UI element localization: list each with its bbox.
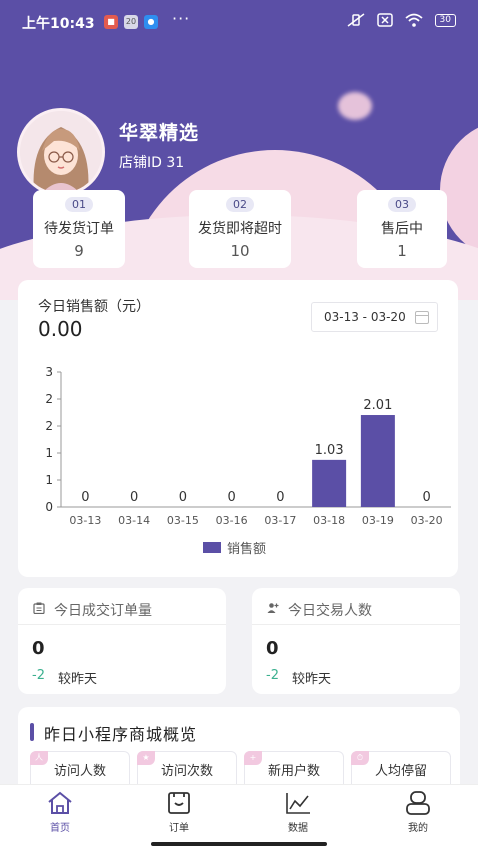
y-tick-label: 1: [45, 473, 53, 487]
avg-stay-icon: ⏱: [351, 751, 369, 765]
tab-label: 数据: [288, 823, 308, 834]
pending-shipment-card[interactable]: 01 待发货订单 9: [33, 190, 125, 268]
user-icon: [406, 791, 430, 815]
mini-stat-value: 0: [32, 638, 45, 659]
section-accent-bar: [30, 723, 34, 741]
users-icon: [267, 603, 279, 613]
bar-data-label: 0: [81, 490, 89, 505]
x-tick-label: 03-18: [313, 514, 345, 527]
x-tick-label: 03-17: [264, 514, 296, 527]
sales-bar-chart: 0 1 1 2 2 3 0 03-13 0 03-14 0 03-15 0 03-16 0 03-17 1.03…: [45, 365, 451, 527]
bar-data-label: 0: [422, 490, 430, 505]
bar-data-label: 0: [276, 490, 284, 505]
shop-name: 华翠精选: [119, 122, 200, 144]
overview-item-label: 访问次数: [160, 764, 213, 779]
app-notification-icon: ■: [104, 15, 118, 29]
legend-swatch: [203, 542, 221, 553]
tab-label: 首页: [50, 823, 70, 834]
chart-icon: [286, 793, 310, 814]
more-notifications-icon: ···: [172, 9, 191, 28]
mini-stat-title: 今日交易人数: [288, 603, 372, 619]
sim-off-icon: [376, 13, 393, 27]
stat-value: 10: [230, 242, 250, 260]
bar-data-label: 2.01: [363, 398, 392, 413]
tab-label: 我的: [408, 823, 428, 834]
stat-index: 01: [65, 197, 93, 212]
mini-stat-compare: 较昨天: [58, 672, 98, 687]
buyers-today-card[interactable]: 今日交易人数 0 -2 较昨天: [252, 588, 460, 694]
stat-label: 待发货订单: [44, 221, 114, 237]
mini-stat-compare: 较昨天: [292, 672, 332, 687]
stat-label: 售后中: [381, 221, 423, 237]
tab-data[interactable]: 数据: [258, 791, 338, 834]
status-time: 上午10:43: [22, 16, 95, 32]
stat-value: 9: [74, 242, 84, 260]
shop-id: 店铺ID 31: [119, 155, 185, 171]
overview-item-label: 访问人数: [53, 764, 106, 779]
order-icon: [168, 792, 190, 814]
sales-value: 0.00: [38, 317, 83, 341]
avatar-illustration: [20, 111, 102, 193]
bar: [360, 415, 395, 507]
chart-legend[interactable]: 销售额: [203, 538, 266, 557]
tab-label: 订单: [169, 823, 189, 834]
after-sales-card[interactable]: 03 售后中 1: [357, 190, 447, 268]
x-tick-label: 03-19: [362, 514, 394, 527]
home-icon: [48, 791, 72, 814]
y-tick-label: 0: [45, 500, 53, 514]
x-tick-label: 03-15: [167, 514, 199, 527]
x-tick-label: 03-13: [69, 514, 101, 527]
wifi-icon: [404, 13, 423, 27]
calendar-notification-icon: 20: [124, 15, 138, 29]
tab-home[interactable]: 首页: [20, 791, 100, 834]
date-range-picker[interactable]: 03-13 - 03-20: [311, 302, 438, 332]
shop-avatar[interactable]: [17, 108, 105, 196]
shipment-timeout-card[interactable]: 02 发货即将超时 10: [189, 190, 291, 268]
calendar-icon: [415, 311, 429, 324]
decor-glow: [338, 92, 372, 120]
y-tick-label: 2: [45, 392, 53, 406]
mini-stat-delta: -2: [32, 668, 45, 683]
mini-stat-delta: -2: [266, 668, 279, 683]
bar-data-label: 0: [130, 490, 138, 505]
clipboard-icon: [33, 602, 45, 614]
mini-stat-title: 今日成交订单量: [54, 603, 152, 619]
sales-title: 今日销售额（元）: [38, 299, 150, 315]
bar-data-label: 1.03: [315, 443, 344, 458]
tab-orders[interactable]: 订单: [139, 791, 219, 834]
y-tick-label: 1: [45, 446, 53, 460]
x-tick-label: 03-16: [216, 514, 248, 527]
stat-label: 发货即将超时: [198, 221, 282, 237]
tab-profile[interactable]: 我的: [378, 791, 458, 834]
x-tick-label: 03-14: [118, 514, 150, 527]
stat-value: 1: [397, 242, 407, 260]
overview-title: 昨日小程序商城概览: [44, 725, 198, 744]
orders-today-card[interactable]: 今日成交订单量 0 -2 较昨天: [18, 588, 226, 694]
bar: [312, 459, 347, 507]
visitors-icon: 人: [30, 751, 48, 765]
message-notification-icon: ●: [144, 15, 158, 29]
overview-item-label: 新用户数: [267, 764, 320, 779]
x-tick-label: 03-20: [411, 514, 443, 527]
stat-index: 03: [388, 197, 416, 212]
status-bar: 上午10:43 ■ 20 ● ··· 30: [0, 0, 478, 44]
new-users-icon: +: [244, 751, 262, 765]
visits-icon: ★: [137, 751, 155, 765]
date-range-text: 03-13 - 03-20: [324, 310, 406, 324]
bar-data-label: 0: [227, 490, 235, 505]
stat-index: 02: [226, 197, 254, 212]
overview-item-label: 人均停留: [374, 764, 427, 779]
bar-data-label: 0: [179, 490, 187, 505]
divider: [18, 624, 226, 625]
y-tick-label: 2: [45, 419, 53, 433]
sales-card: 今日销售额（元） 0.00 03-13 - 03-20 0 1 1 2 2 3 0 03-13…: [18, 280, 458, 577]
bottom-tab-bar: 首页 订单 数据 我的: [0, 784, 478, 850]
battery-icon: 30: [434, 13, 456, 27]
vibrate-off-icon: [347, 13, 364, 27]
divider: [252, 624, 460, 625]
y-tick-label: 3: [45, 365, 53, 379]
legend-label: 销售额: [227, 542, 267, 557]
mini-stat-value: 0: [266, 638, 279, 659]
home-indicator: [151, 842, 327, 846]
